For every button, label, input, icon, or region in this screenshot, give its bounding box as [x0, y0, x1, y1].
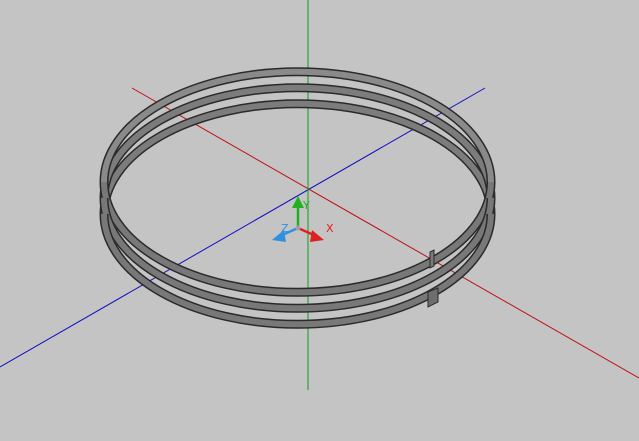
viewport-canvas[interactable]: X Y Z — [0, 0, 639, 441]
ucs-y-label: Y — [302, 199, 310, 212]
coil-end-cap — [429, 249, 435, 269]
ucs-x-label: X — [326, 222, 334, 235]
ucs-origin — [295, 225, 301, 231]
ucs-x-arrowhead — [310, 230, 324, 242]
ucs-z-label: Z — [281, 222, 289, 235]
x-axis-line — [131, 87, 639, 379]
model-viewport[interactable]: X Y Z — [0, 0, 639, 441]
ucs-icon: X Y Z — [272, 196, 334, 242]
